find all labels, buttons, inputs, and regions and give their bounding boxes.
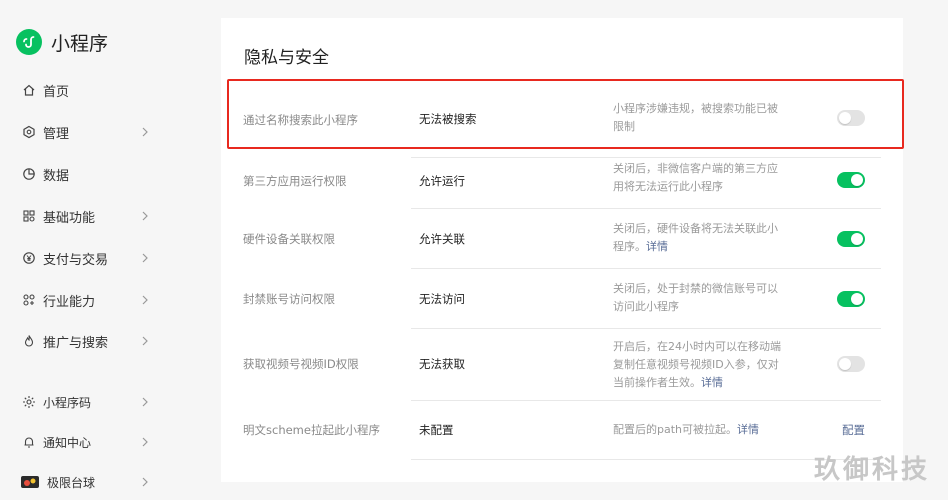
sun-icon	[21, 394, 37, 410]
sidebar-item-promotion[interactable]: 推广与搜索	[21, 329, 156, 353]
home-icon	[21, 82, 37, 98]
highlight-box	[227, 79, 904, 149]
chevron-right-icon	[142, 437, 148, 447]
setting-status: 允许关联	[419, 232, 465, 246]
chevron-right-icon	[142, 477, 148, 487]
details-link[interactable]: 详情	[701, 376, 723, 389]
details-link[interactable]: 详情	[737, 423, 759, 436]
sidebar-item-data[interactable]: 数据	[21, 162, 156, 186]
settings-row-hardware: 硬件设备关联权限 允许关联 关闭后，硬件设备将无法关联此小程序。详情	[221, 209, 903, 269]
toggle-knob	[851, 293, 863, 305]
sidebar-item-qrcode[interactable]: 小程序码	[21, 390, 156, 414]
setting-status: 无法访问	[419, 292, 465, 306]
section-title: 隐私与安全	[244, 48, 329, 68]
setting-status: 无法获取	[419, 357, 465, 371]
sidebar-item-industry[interactable]: 行业能力	[21, 288, 156, 312]
setting-name: 封禁账号访问权限	[243, 292, 335, 306]
details-link[interactable]: 详情	[646, 240, 668, 253]
yen-icon	[21, 250, 37, 266]
sidebar-item-label: 基础功能	[43, 210, 96, 226]
sidebar-item-manage[interactable]: 管理	[21, 120, 156, 144]
brand-name: 小程序	[51, 32, 109, 55]
row-divider	[411, 459, 881, 460]
banned-account-toggle[interactable]	[837, 291, 865, 307]
chevron-right-icon	[142, 336, 148, 346]
video-id-toggle[interactable]	[837, 356, 865, 372]
sidebar-item-account[interactable]: 极限台球	[21, 470, 156, 494]
sidebar-item-label: 管理	[43, 126, 70, 142]
setting-name: 明文scheme拉起此小程序	[243, 423, 380, 437]
industry-icon	[21, 292, 37, 308]
setting-description: 关闭后，非微信客户端的第三方应用将无法运行此小程序	[613, 162, 778, 193]
settings-row-scheme: 明文scheme拉起此小程序 未配置 配置后的path可被拉起。详情 配置	[221, 401, 903, 460]
sidebar: 小程序 首页 管理 数据 基础功能 支付与交易 行业能力 推广与搜索 小程序码 …	[0, 0, 175, 500]
chevron-right-icon	[142, 295, 148, 305]
configure-link[interactable]: 配置	[842, 422, 865, 438]
setting-name: 硬件设备关联权限	[243, 232, 335, 246]
data-icon	[21, 166, 37, 182]
setting-name: 获取视频号视频ID权限	[243, 357, 359, 371]
chevron-right-icon	[142, 397, 148, 407]
sidebar-item-label: 数据	[43, 168, 70, 184]
sidebar-item-label: 支付与交易	[43, 252, 109, 268]
setting-description: 关闭后，硬件设备将无法关联此小程序。详情	[613, 222, 778, 253]
manage-icon	[21, 124, 37, 140]
chevron-right-icon	[142, 127, 148, 137]
chevron-right-icon	[142, 211, 148, 221]
brand[interactable]: 小程序	[16, 28, 108, 56]
toggle-knob	[851, 174, 863, 186]
setting-name: 第三方应用运行权限	[243, 174, 347, 188]
settings-row-banned-account: 封禁账号访问权限 无法访问 关闭后，处于封禁的微信账号可以访问此小程序	[221, 269, 903, 329]
sidebar-item-home[interactable]: 首页	[21, 78, 156, 102]
settings-row-third-party: 第三方应用运行权限 允许运行 关闭后，非微信客户端的第三方应用将无法运行此小程序	[221, 158, 903, 209]
sidebar-item-notifications[interactable]: 通知中心	[21, 430, 156, 454]
toggle-knob	[851, 233, 863, 245]
third-party-toggle[interactable]	[837, 172, 865, 188]
sidebar-item-label: 首页	[43, 84, 70, 100]
sidebar-item-label: 极限台球	[47, 475, 96, 490]
bell-icon	[21, 434, 37, 450]
hardware-toggle[interactable]	[837, 231, 865, 247]
flame-icon	[21, 333, 37, 349]
grid-icon	[21, 208, 37, 224]
setting-description: 关闭后，处于封禁的微信账号可以访问此小程序	[613, 282, 778, 313]
chevron-right-icon	[142, 253, 148, 263]
sidebar-item-label: 行业能力	[43, 294, 96, 310]
sidebar-item-label: 推广与搜索	[43, 335, 109, 351]
avatar-icon	[21, 474, 39, 490]
setting-status: 允许运行	[419, 174, 465, 188]
settings-row-video-id: 获取视频号视频ID权限 无法获取 开启后，在24小时内可以在移动端复制任意视频号…	[221, 329, 903, 401]
toggle-knob	[839, 358, 851, 370]
sidebar-item-payment[interactable]: 支付与交易	[21, 246, 156, 270]
sidebar-item-label: 通知中心	[43, 435, 92, 450]
miniprogram-logo-icon	[16, 29, 42, 55]
setting-status: 未配置	[419, 423, 454, 437]
sidebar-item-basic-features[interactable]: 基础功能	[21, 204, 156, 228]
setting-description: 配置后的path可被拉起。详情	[613, 423, 760, 436]
setting-description: 开启后，在24小时内可以在移动端复制任意视频号视频ID入参，仅对当前操作者生效。…	[613, 340, 781, 389]
sidebar-item-label: 小程序码	[43, 395, 92, 410]
watermark: 玖御科技	[813, 455, 930, 485]
